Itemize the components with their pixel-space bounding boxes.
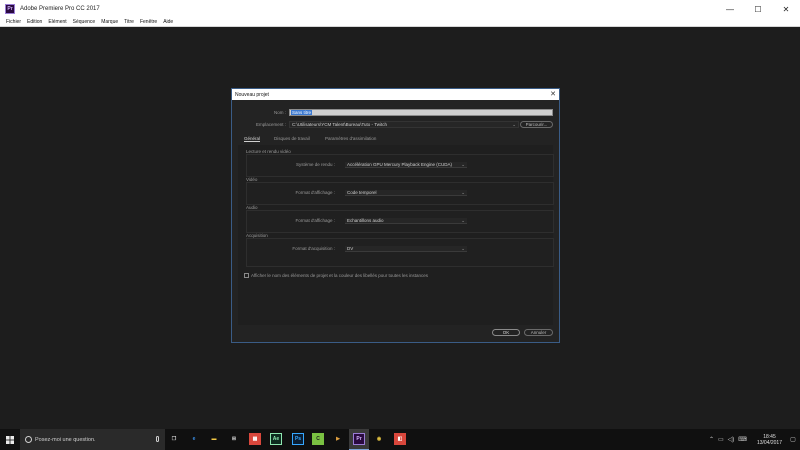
show-item-names-checkbox[interactable]	[244, 273, 249, 278]
premiere-app-icon: Pr	[5, 4, 15, 14]
cortana-icon	[25, 436, 32, 443]
chevron-down-icon: ⌄	[461, 190, 465, 195]
tab-scratch-disks[interactable]: Disques de travail	[274, 136, 310, 141]
after-effects-icon[interactable]: Ae	[270, 433, 282, 445]
cancel-button[interactable]: Annuler	[524, 329, 553, 336]
show-item-names-label: Afficher le nom des éléments de projet e…	[251, 273, 429, 278]
section-audio: Format d'affichage : Echantillons audio …	[246, 210, 554, 233]
notifications-icon[interactable]: ▢	[788, 429, 798, 450]
video-display-format-value: Code temporel	[347, 190, 377, 195]
video-display-format-dropdown[interactable]: Code temporel ⌄	[345, 190, 467, 196]
date: 13/04/2017	[756, 439, 782, 446]
maximize-button[interactable]: ☐	[744, 0, 772, 18]
menu-bar: Fichier Edition Elément Séquence Marque …	[0, 18, 800, 27]
camtasia-icon[interactable]: C	[312, 433, 324, 445]
renderer-value: Accélération GPU Mercury Playback Engine…	[347, 162, 453, 167]
system-tray: ⌃ ▭ ◁) ⌨ 18:45 13/04/2017 ▢	[709, 429, 800, 450]
capture-format-dropdown[interactable]: DV ⌄	[345, 246, 467, 252]
location-dropdown[interactable]: C:\Utilisateurs\YCM Talent\Bureau\Tuto -…	[289, 121, 519, 128]
recorder-app-icon[interactable]: ◧	[394, 433, 406, 445]
menu-marque[interactable]: Marque	[98, 19, 121, 25]
display-icon[interactable]: ▭	[718, 436, 724, 443]
menu-aide[interactable]: Aide	[160, 19, 176, 25]
audio-display-format-label: Format d'affichage :	[295, 218, 335, 223]
audio-display-format-value: Echantillons audio	[347, 218, 384, 223]
renderer-dropdown[interactable]: Accélération GPU Mercury Playback Engine…	[345, 162, 467, 168]
premiere-taskbar-icon[interactable]: Pr	[353, 433, 365, 445]
renderer-label: Système de rendu :	[295, 162, 335, 167]
general-tab-panel: Lecture et rendu vidéo Système de rendu …	[238, 145, 554, 325]
menu-fenetre[interactable]: Fenêtre	[137, 19, 160, 25]
section-video: Format d'affichage : Code temporel ⌄	[246, 182, 554, 205]
minimize-button[interactable]: —	[716, 0, 744, 18]
capture-format-label: Format d'acquisition :	[292, 246, 335, 251]
media-player-icon[interactable]: ▶	[332, 433, 344, 445]
menu-edition[interactable]: Edition	[24, 19, 45, 25]
audio-display-format-dropdown[interactable]: Echantillons audio ⌄	[345, 218, 467, 224]
capture-format-value: DV	[347, 246, 354, 251]
location-value: C:\Utilisateurs\YCM Talent\Bureau\Tuto -…	[292, 122, 387, 127]
chevron-down-icon: ⌄	[461, 246, 465, 251]
speaker-icon[interactable]: ◁)	[728, 436, 735, 443]
menu-sequence[interactable]: Séquence	[70, 19, 99, 25]
edge-icon[interactable]: e	[188, 433, 200, 445]
start-button[interactable]	[0, 429, 20, 450]
microphone-icon[interactable]	[156, 436, 159, 442]
chrome-icon[interactable]: ◉	[373, 433, 385, 445]
close-window-button[interactable]: ✕	[772, 0, 800, 18]
gift-app-icon[interactable]: ▦	[249, 433, 261, 445]
windows-logo-icon	[6, 435, 14, 444]
new-project-dialog: Nouveau projet ✕ Nom : Sans titre Emplac…	[231, 88, 560, 343]
ok-button[interactable]: OK	[492, 329, 520, 336]
dialog-title: Nouveau projet	[235, 91, 269, 98]
video-display-format-label: Format d'affichage :	[295, 190, 335, 195]
taskbar-search-box[interactable]: Posez-moi une question.	[20, 429, 165, 450]
tab-general[interactable]: Général	[244, 136, 261, 142]
keyboard-icon[interactable]: ⌨	[738, 436, 747, 443]
app-title-bar: Pr Adobe Premiere Pro CC 2017 — ☐ ✕	[0, 0, 800, 18]
chevron-down-icon: ⌄	[512, 122, 516, 127]
chevron-up-icon[interactable]: ⌃	[709, 436, 714, 443]
app-title: Adobe Premiere Pro CC 2017	[20, 6, 100, 12]
photoshop-icon[interactable]: Ps	[292, 433, 304, 445]
chevron-down-icon: ⌄	[461, 218, 465, 223]
browse-button[interactable]: Parcourir...	[520, 121, 553, 128]
window-controls: — ☐ ✕	[716, 0, 800, 18]
tab-ingest-settings[interactable]: Paramètres d'assimilation	[325, 136, 376, 141]
dialog-close-icon[interactable]: ✕	[550, 90, 556, 98]
menu-fichier[interactable]: Fichier	[0, 19, 24, 25]
search-placeholder: Posez-moi une question.	[35, 436, 96, 443]
location-label: Emplacement :	[255, 122, 286, 127]
windows-taskbar: Posez-moi une question. ❐ e ▬ ⊞ ▦ Ae Ps …	[0, 429, 800, 450]
menu-element[interactable]: Elément	[45, 19, 69, 25]
menu-titre[interactable]: Titre	[121, 19, 137, 25]
task-view-icon[interactable]: ❐	[168, 433, 180, 445]
chevron-down-icon: ⌄	[461, 162, 465, 167]
clock[interactable]: 18:45 13/04/2017	[757, 434, 782, 446]
name-label: Nom :	[273, 110, 286, 115]
dialog-title-bar: Nouveau projet ✕	[232, 89, 559, 100]
project-name-value: Sans titre	[291, 110, 313, 115]
section-capture: Format d'acquisition : DV ⌄	[246, 238, 554, 267]
store-icon[interactable]: ⊞	[228, 433, 240, 445]
file-explorer-icon[interactable]: ▬	[208, 433, 220, 445]
section-rendering: Système de rendu : Accélération GPU Merc…	[246, 154, 554, 177]
project-name-input[interactable]: Sans titre	[289, 109, 553, 116]
